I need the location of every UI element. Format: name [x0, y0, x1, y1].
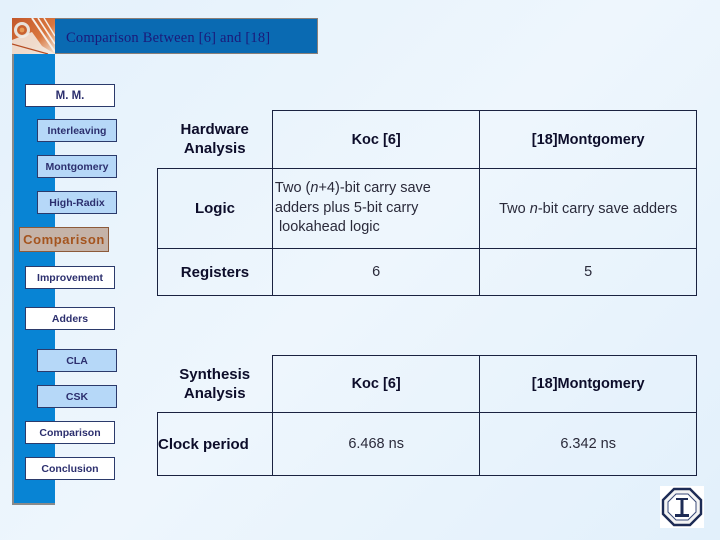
- nav-label: Comparison: [39, 426, 101, 439]
- nav-label: Interleaving: [47, 124, 107, 137]
- nav-item-adders[interactable]: Adders: [25, 307, 115, 330]
- nav-label: Adders: [51, 312, 89, 325]
- cell-text: adders plus 5-bit carry: [274, 199, 419, 216]
- nav-label: M. M.: [55, 89, 85, 102]
- page-title: Comparison Between [6] and [18]: [66, 30, 271, 46]
- table-row: Logic Two (n+4)-bit carry save adders pl…: [157, 168, 697, 249]
- nav-item-comparison[interactable]: Comparison: [25, 421, 115, 444]
- nav-item-conclusion[interactable]: Conclusion: [25, 457, 115, 480]
- nav-item-cla[interactable]: CLA: [37, 349, 117, 372]
- nav-item-montgomery[interactable]: Montgomery: [37, 155, 117, 178]
- cell-registers-koc: 6: [271, 248, 481, 296]
- nav-item-improvement[interactable]: Improvement: [25, 266, 115, 289]
- nav-item-mm[interactable]: M. M.: [25, 84, 115, 107]
- table-header-row: Synthesis Analysis Koc [6] [18]Montgomer…: [157, 355, 697, 413]
- cell-text: Two (: [274, 180, 311, 197]
- cell-registers-montgomery: 5: [479, 248, 697, 296]
- column-header-montgomery: [18]Montgomery: [479, 355, 697, 413]
- cell-logic-koc: Two (n+4)-bit carry save adders plus 5-b…: [271, 168, 481, 249]
- nav-label: Improvement: [37, 271, 103, 284]
- nav-item-interleaving[interactable]: Interleaving: [37, 119, 117, 142]
- nav-item-csk[interactable]: CSK: [37, 385, 117, 408]
- row-label-registers: Registers: [157, 248, 273, 296]
- nav-label: Montgomery: [45, 160, 109, 173]
- nav-label: Comparison: [23, 232, 105, 247]
- table-row: Clock period 6.468 ns 6.342 ns: [157, 412, 697, 476]
- table-corner-label: Hardware Analysis: [157, 110, 273, 169]
- column-header-koc: Koc [6]: [271, 110, 481, 169]
- cell-text: lookahead logic: [278, 219, 380, 236]
- nav-label: CSK: [65, 390, 89, 403]
- cell-text: +4)-bit carry save: [318, 180, 431, 197]
- row-label-clock-period: Clock period: [157, 412, 273, 476]
- cell-text: Two: [499, 200, 530, 217]
- nav-label: CLA: [66, 354, 88, 367]
- university-emblem-icon: [12, 18, 55, 54]
- row-label-logic: Logic: [157, 168, 273, 249]
- nav-label: High-Radix: [49, 196, 105, 209]
- synthesis-analysis-table: Synthesis Analysis Koc [6] [18]Montgomer…: [157, 355, 697, 476]
- nav-item-high-radix[interactable]: High-Radix: [37, 191, 117, 214]
- cell-text-italic: n: [529, 200, 538, 217]
- hardware-analysis-table: Hardware Analysis Koc [6] [18]Montgomery…: [157, 110, 697, 296]
- cell-text: -bit carry save adders: [537, 200, 678, 217]
- cell-clock-koc: 6.468 ns: [271, 412, 481, 476]
- nav-item-comparison-active[interactable]: Comparison: [19, 227, 109, 252]
- column-header-montgomery: [18]Montgomery: [479, 110, 697, 169]
- cell-logic-montgomery: Two n-bit carry save adders: [479, 168, 697, 249]
- cell-clock-montgomery: 6.342 ns: [479, 412, 697, 476]
- table-header-row: Hardware Analysis Koc [6] [18]Montgomery: [157, 110, 697, 169]
- university-seal-icon: [660, 486, 704, 528]
- table-row: Registers 6 5: [157, 248, 697, 296]
- column-header-koc: Koc [6]: [271, 355, 481, 413]
- nav-label: Conclusion: [41, 462, 99, 475]
- table-corner-label: Synthesis Analysis: [157, 355, 273, 413]
